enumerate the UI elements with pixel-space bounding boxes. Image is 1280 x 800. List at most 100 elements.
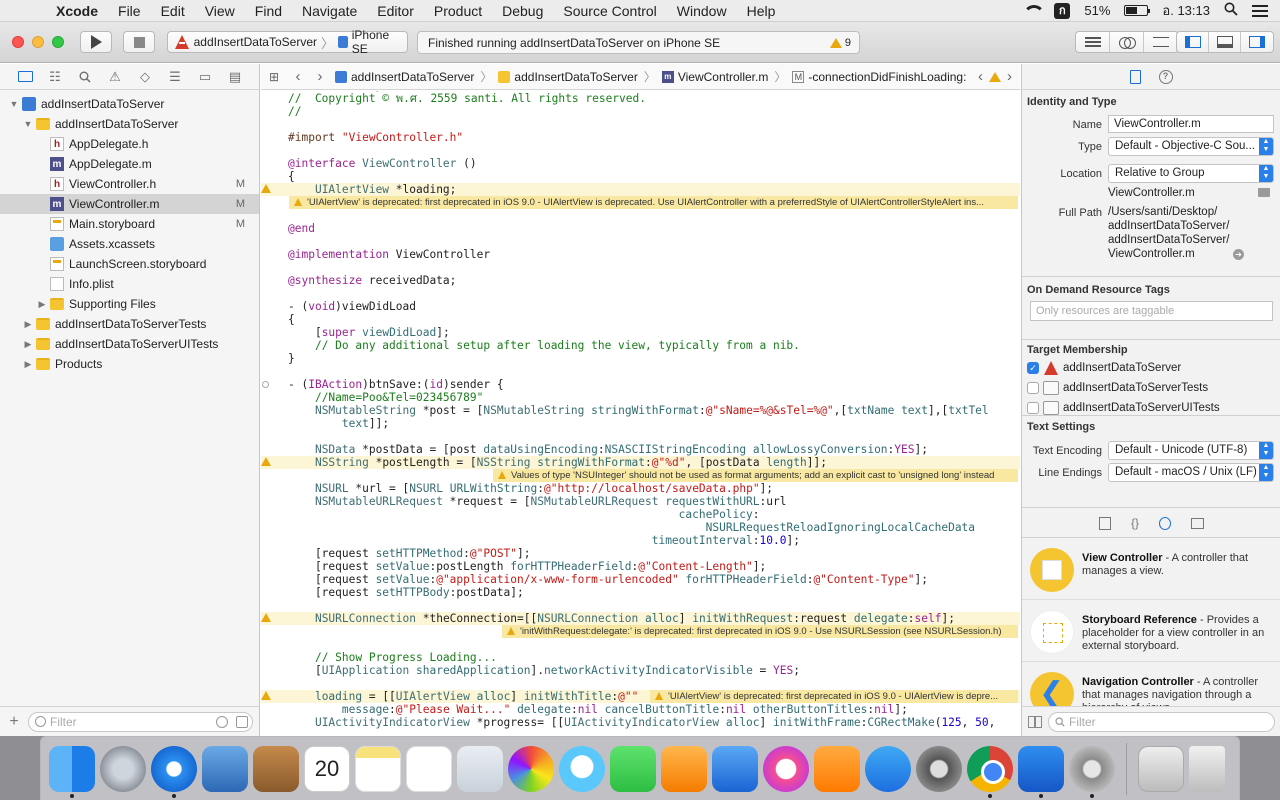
- code-line[interactable]: @end: [261, 222, 1020, 235]
- folder-icon[interactable]: [1258, 188, 1270, 197]
- odr-tags-field[interactable]: Only resources are taggable: [1030, 301, 1273, 321]
- library-item[interactable]: View Controller - A controller that mana…: [1022, 544, 1280, 600]
- file-inspector-icon[interactable]: [1129, 69, 1141, 84]
- code-line[interactable]: [super viewDidLoad];: [261, 326, 1020, 339]
- calendar-icon[interactable]: 20: [304, 745, 350, 792]
- inline-issue-message[interactable]: Values of type 'NSUInteger' should not b…: [493, 469, 1018, 482]
- code-line[interactable]: #import "ViewController.h": [261, 131, 1020, 144]
- run-button[interactable]: [80, 31, 112, 53]
- code-line[interactable]: NSData *postData = [post dataUsingEncodi…: [261, 443, 1020, 456]
- code-line[interactable]: [UIApplication sharedApplication].networ…: [261, 664, 1020, 677]
- keynote-icon[interactable]: [712, 745, 758, 792]
- target-checkbox[interactable]: [1027, 382, 1039, 394]
- inline-issue-message[interactable]: 'UIAlertView' is deprecated: first depre…: [289, 196, 1018, 209]
- jumpbar-method[interactable]: M -connectionDidFinishLoading:: [788, 70, 970, 84]
- type-popup[interactable]: Default - Objective-C Sou... ▲ ▼: [1108, 137, 1274, 156]
- media-library-icon[interactable]: [1191, 517, 1204, 529]
- disclosure-closed-icon[interactable]: ▶: [22, 319, 34, 330]
- toggle-utilities-button[interactable]: [1241, 32, 1273, 52]
- report-navigator-tab[interactable]: ▤: [220, 64, 250, 90]
- target-checkbox[interactable]: [1027, 402, 1039, 414]
- name-field[interactable]: ViewController.m: [1108, 115, 1274, 133]
- code-line[interactable]: message:@"Please Wait..." delegate:nil c…: [261, 703, 1020, 716]
- line-endings-popup[interactable]: Default - macOS / Unix (LF) ▲ ▼: [1108, 463, 1274, 482]
- scheme-device-name[interactable]: iPhone SE: [352, 28, 407, 56]
- notification-center-icon[interactable]: [1252, 4, 1268, 17]
- symbol-navigator-tab[interactable]: ☷: [40, 64, 70, 90]
- photos-icon[interactable]: [508, 745, 554, 792]
- assistant-editor-button[interactable]: [1110, 32, 1144, 52]
- code-line[interactable]: NSURLConnection *theConnection=[[NSURLCo…: [261, 612, 1020, 625]
- code-line[interactable]: //Name=Poo&Tel=023456789": [261, 391, 1020, 404]
- jumpbar-project[interactable]: addInsertDataToServer: [331, 70, 478, 84]
- next-issue-button[interactable]: ›: [1007, 68, 1012, 85]
- simulator-icon[interactable]: [1069, 745, 1115, 798]
- target-membership-row[interactable]: addInsertDataToServerTests: [1027, 379, 1208, 397]
- code-line[interactable]: @implementation ViewController: [261, 248, 1020, 261]
- code-line[interactable]: [request setHTTPMethod:@"POST"];: [261, 547, 1020, 560]
- reminders-icon[interactable]: [406, 745, 452, 792]
- tree-item[interactable]: m AppDelegate.m: [0, 154, 259, 174]
- warning-icon[interactable]: [261, 612, 273, 624]
- clock[interactable]: อ. 13:13: [1162, 0, 1210, 21]
- standard-editor-button[interactable]: [1076, 32, 1110, 52]
- menu-product[interactable]: Product: [424, 3, 492, 19]
- menu-file[interactable]: File: [108, 3, 151, 19]
- code-line[interactable]: // Copyright © พ.ศ. 2559 santi. All righ…: [261, 92, 1020, 105]
- tree-item[interactable]: m ViewController.m M: [0, 194, 259, 214]
- code-line[interactable]: NSURL *url = [NSURL URLWithString:@"http…: [261, 482, 1020, 495]
- code-line[interactable]: // Do any additional setup after loading…: [261, 339, 1020, 352]
- itunes-icon[interactable]: [763, 745, 809, 792]
- preview-icon[interactable]: [202, 745, 248, 792]
- breakpoint-navigator-tab[interactable]: ▭: [190, 64, 220, 90]
- code-line[interactable]: {: [261, 170, 1020, 183]
- warning-icon[interactable]: [261, 456, 273, 468]
- scheme-selector[interactable]: addInsertDataToServer 〉 iPhone SE: [167, 28, 408, 56]
- tree-item[interactable]: ▶ addInsertDataToServerUITests: [0, 334, 259, 354]
- launchpad-icon[interactable]: [100, 745, 146, 792]
- test-navigator-tab[interactable]: ◇: [130, 64, 160, 90]
- tree-item[interactable]: ▶ Supporting Files: [0, 294, 259, 314]
- close-window-button[interactable]: [12, 36, 24, 48]
- tree-item[interactable]: ▶ Products: [0, 354, 259, 374]
- code-line[interactable]: // Show Progress Loading...: [261, 651, 1020, 664]
- code-line[interactable]: }'UIAlertView' is deprecated: first depr…: [261, 196, 1020, 209]
- tree-item[interactable]: Info.plist: [0, 274, 259, 294]
- minimize-window-button[interactable]: [32, 36, 44, 48]
- grid-view-icon[interactable]: [1028, 715, 1042, 728]
- notes-icon[interactable]: [355, 745, 401, 792]
- code-line[interactable]: NSMutableString *post = [NSMutableString…: [261, 404, 1020, 417]
- disclosure-closed-icon[interactable]: ▶: [36, 299, 48, 310]
- chrome-icon[interactable]: [967, 745, 1013, 798]
- code-line[interactable]: [request setHTTPBody:postData];: [261, 586, 1020, 599]
- target-checkbox[interactable]: ✓: [1027, 362, 1039, 374]
- code-line[interactable]: }: [261, 352, 1020, 365]
- code-line[interactable]: 'initWithRequest:delegate:' is deprecate…: [261, 625, 1020, 638]
- code-line[interactable]: NSString *postLength = [NSString stringW…: [261, 456, 1020, 469]
- disclosure-closed-icon[interactable]: ▶: [22, 339, 34, 350]
- code-line[interactable]: @interface ViewController (): [261, 157, 1020, 170]
- spotlight-search-icon[interactable]: [1224, 2, 1238, 19]
- stop-button[interactable]: [123, 31, 155, 53]
- back-button[interactable]: ‹: [287, 68, 309, 85]
- input-source-icon[interactable]: ก: [1054, 2, 1071, 19]
- code-line[interactable]: timeoutInterval:10.0];: [261, 534, 1020, 547]
- inline-issue-message[interactable]: 'initWithRequest:delegate:' is deprecate…: [502, 625, 1018, 638]
- menu-source-control[interactable]: Source Control: [553, 3, 666, 19]
- code-line[interactable]: UIActivityIndicatorView *progress= [[UIA…: [261, 716, 1020, 729]
- warning-icon[interactable]: [261, 183, 273, 195]
- menu-app-name[interactable]: Xcode: [46, 3, 108, 19]
- version-editor-button[interactable]: [1144, 32, 1178, 52]
- code-line[interactable]: UIAlertView *loading;: [261, 183, 1020, 196]
- code-line[interactable]: [request setValue:@"application/x-www-fo…: [261, 573, 1020, 586]
- navigator-filter-field[interactable]: Filter: [28, 711, 253, 732]
- quick-help-icon[interactable]: ?: [1158, 69, 1173, 84]
- inline-issue-message[interactable]: 'UIAlertView' is deprecated: first depre…: [650, 690, 1018, 703]
- menu-edit[interactable]: Edit: [151, 3, 195, 19]
- menu-view[interactable]: View: [195, 3, 245, 19]
- tree-item[interactable]: h ViewController.h M: [0, 174, 259, 194]
- tree-item[interactable]: ▼ addInsertDataToServer: [0, 114, 259, 134]
- recent-files-icon[interactable]: [216, 715, 228, 728]
- ibooks-icon[interactable]: [814, 745, 860, 792]
- add-file-button[interactable]: +: [6, 713, 22, 731]
